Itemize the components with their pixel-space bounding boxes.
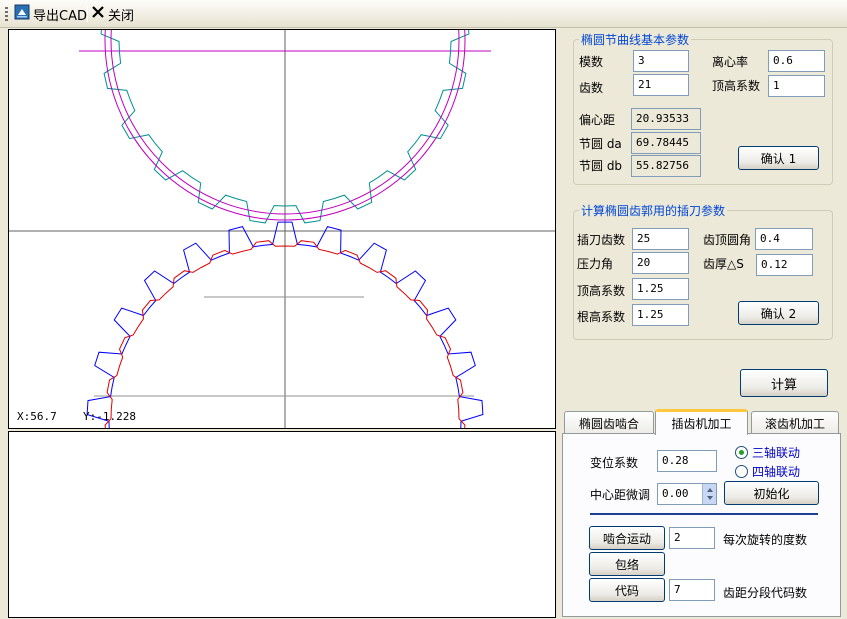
- toolbar-grip[interactable]: [5, 7, 8, 22]
- addendum-coef-label: 顶高系数: [577, 284, 626, 298]
- teeth-label: 齿数: [579, 81, 604, 95]
- cutter-teeth-input[interactable]: 25: [632, 228, 689, 250]
- coord-y-readout: Y:-1.228: [83, 410, 136, 423]
- module-label: 模数: [579, 55, 604, 69]
- radio-four-axis-dot[interactable]: [735, 465, 748, 478]
- center-adjust-spinner[interactable]: [702, 484, 716, 504]
- mesh-motion-button[interactable]: 啮合运动: [589, 526, 665, 550]
- addendum-label: 顶高系数: [712, 79, 761, 93]
- pitch-da-label: 节圆 da: [579, 137, 622, 151]
- dedendum-coef-label: 根高系数: [577, 310, 626, 324]
- pitch-db-label: 节圆 db: [579, 159, 623, 173]
- shift-coef-input[interactable]: 0.28: [657, 450, 717, 472]
- addendum-input[interactable]: 1: [768, 75, 825, 97]
- pressure-angle-label: 压力角: [577, 257, 614, 271]
- pressure-angle-input[interactable]: 20: [632, 252, 689, 274]
- code-count-unit-label: 齿距分段代码数: [723, 586, 808, 600]
- gear-drawing-canvas[interactable]: X:56.7 Y:-1.228: [8, 29, 556, 429]
- radio-four-axis-label: 四轴联动: [752, 465, 801, 479]
- output-canvas[interactable]: [8, 431, 556, 618]
- center-adjust-value: 0.00: [662, 487, 689, 500]
- group-title: 椭圆节曲线基本参数: [579, 31, 692, 48]
- mesh-step-input[interactable]: 2: [669, 527, 715, 549]
- code-count-input[interactable]: 7: [669, 579, 715, 601]
- pitch-db-value: 55.82756: [631, 155, 701, 177]
- teeth-input[interactable]: 21: [633, 74, 689, 96]
- pitch-da-value: 69.78445: [631, 132, 701, 154]
- tab-hobbing[interactable]: 滚齿机加工: [751, 411, 839, 434]
- gear-shaper-panel: 变位系数 0.28 三轴联动 四轴联动 中心距微调 0.00 初始化 啮合运动 …: [562, 433, 841, 617]
- tip-radius-label: 齿顶圆角: [703, 233, 752, 247]
- confirm-1-button[interactable]: 确认 1: [738, 146, 819, 170]
- gear-meshing-drawing: [9, 30, 555, 428]
- tab-ellipse-meshing[interactable]: 椭圆齿啮合: [564, 411, 654, 434]
- confirm-2-button[interactable]: 确认 2: [738, 301, 819, 325]
- calculate-button[interactable]: 计算: [740, 369, 828, 397]
- eccentricity-label: 离心率: [712, 55, 749, 69]
- tip-radius-input[interactable]: 0.4: [755, 228, 813, 250]
- addendum-coef-input[interactable]: 1.25: [632, 278, 689, 300]
- export-cad-label: 导出CAD: [33, 8, 87, 24]
- radio-three-axis-dot[interactable]: [735, 446, 748, 459]
- tab-gear-shaper[interactable]: 插齿机加工: [655, 409, 748, 435]
- center-adjust-label: 中心距微调: [590, 488, 651, 502]
- divider: [590, 513, 818, 515]
- group-title: 计算椭圆齿郭用的插刀参数: [579, 202, 728, 219]
- center-adjust-input[interactable]: 0.00: [657, 483, 717, 505]
- close-icon: [91, 5, 105, 23]
- mesh-step-unit-label: 每次旋转的度数: [723, 533, 808, 547]
- dedendum-coef-input[interactable]: 1.25: [632, 304, 689, 326]
- shift-coef-label: 变位系数: [590, 456, 639, 470]
- close-button[interactable]: 关闭: [91, 4, 134, 24]
- tooth-thickness-label: 齿厚△S: [703, 257, 744, 271]
- radio-three-axis[interactable]: 三轴联动: [735, 444, 800, 461]
- coord-x-readout: X:56.7: [17, 410, 57, 423]
- radio-three-axis-label: 三轴联动: [752, 446, 801, 460]
- code-button[interactable]: 代码: [589, 578, 665, 602]
- offset-value: 20.93533: [631, 108, 701, 130]
- initialize-button[interactable]: 初始化: [724, 481, 819, 505]
- offset-label: 偏心距: [579, 113, 616, 127]
- export-cad-icon: [14, 4, 30, 24]
- module-input[interactable]: 3: [633, 50, 689, 72]
- close-label: 关闭: [108, 8, 135, 24]
- toolbar: 导出CAD 关闭: [0, 0, 847, 28]
- tooth-thickness-input[interactable]: 0.12: [756, 254, 813, 276]
- envelope-button[interactable]: 包络: [589, 552, 665, 576]
- eccentricity-input[interactable]: 0.6: [768, 50, 825, 72]
- spinner-arrows-icon: [707, 488, 713, 500]
- radio-four-axis[interactable]: 四轴联动: [735, 463, 800, 480]
- cutter-teeth-label: 插刀齿数: [577, 233, 626, 247]
- export-cad-button[interactable]: 导出CAD: [14, 4, 87, 24]
- toolbar-separator: [87, 6, 88, 22]
